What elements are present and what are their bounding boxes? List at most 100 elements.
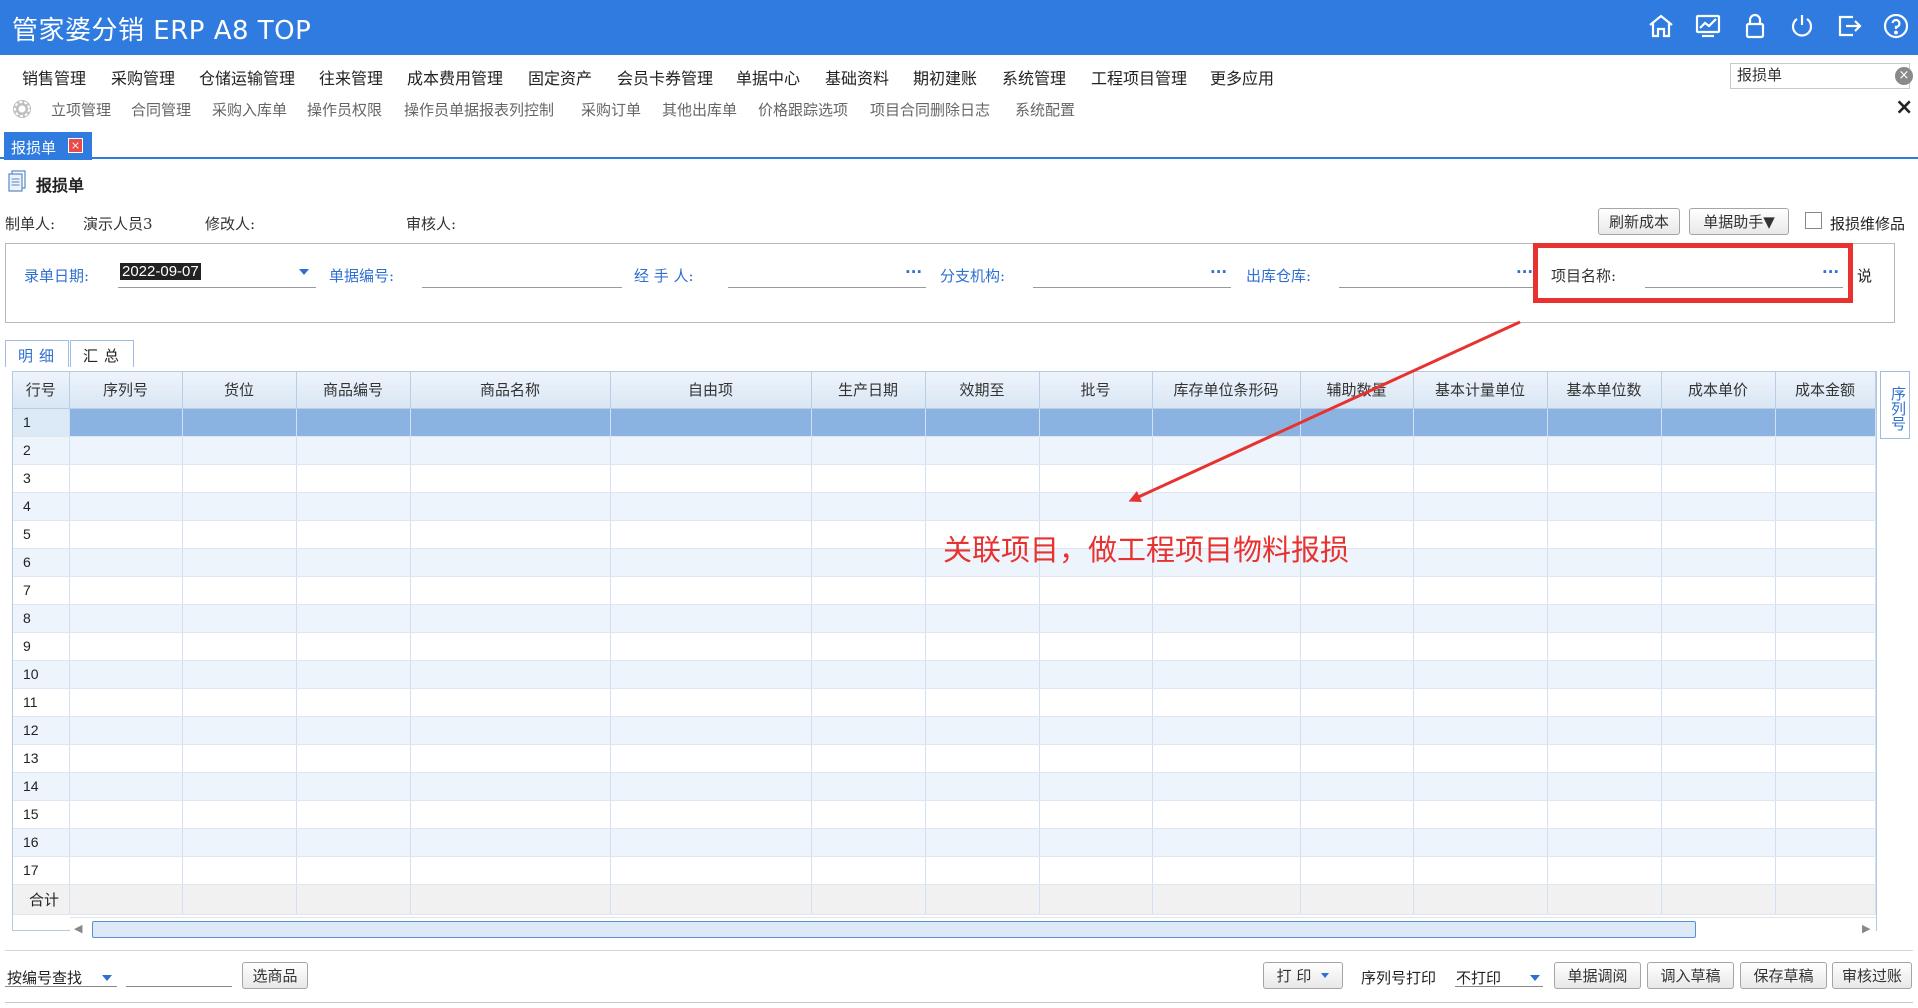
table-row[interactable]: 17 — [13, 856, 1876, 885]
search-mode-select[interactable]: 按编号查找 — [7, 967, 82, 988]
grid-cell[interactable] — [1661, 576, 1776, 605]
grid-cell[interactable] — [410, 492, 611, 521]
grid-cell[interactable] — [610, 660, 812, 689]
grid-cell[interactable] — [610, 856, 812, 885]
grid-cell[interactable] — [1152, 744, 1301, 773]
menu-item-doc-center[interactable]: 单据中心 — [736, 65, 800, 89]
grid-cell[interactable] — [1547, 520, 1662, 549]
menu-item-member[interactable]: 会员卡券管理 — [617, 65, 713, 89]
grid-cell[interactable] — [410, 632, 611, 661]
grid-cell[interactable] — [296, 856, 411, 885]
grid-cell[interactable] — [1661, 408, 1776, 437]
tab-detail[interactable]: 明细 — [5, 340, 69, 367]
grid-cell[interactable] — [925, 604, 1040, 633]
serial-print-select[interactable]: 不打印 — [1456, 967, 1501, 988]
audit-post-button[interactable]: 审核过账 — [1832, 962, 1912, 989]
grid-cell[interactable] — [1039, 716, 1153, 745]
search-clear-icon[interactable]: × — [1895, 67, 1913, 85]
grid-cell[interactable] — [610, 408, 812, 437]
grid-cell[interactable] — [69, 856, 183, 885]
grid-cell[interactable] — [1300, 408, 1414, 437]
power-icon[interactable] — [1786, 10, 1818, 42]
grid-cell[interactable] — [610, 744, 812, 773]
grid-cell[interactable] — [69, 744, 183, 773]
grid-cell[interactable] — [296, 744, 411, 773]
grid-cell[interactable] — [296, 828, 411, 857]
grid-cell[interactable] — [1547, 632, 1662, 661]
handler-lookup-icon[interactable]: ··· — [905, 263, 922, 281]
column-header[interactable]: 辅助数量 — [1300, 372, 1414, 409]
grid-cell[interactable] — [1547, 436, 1662, 465]
grid-cell[interactable] — [925, 408, 1040, 437]
column-header[interactable]: 行号 — [13, 372, 70, 409]
grid-cell[interactable] — [610, 772, 812, 801]
grid-cell[interactable] — [1039, 660, 1153, 689]
table-row[interactable]: 16 — [13, 828, 1876, 857]
grid-cell[interactable] — [925, 464, 1040, 493]
quick-item-operator-perm[interactable]: 操作员权限 — [307, 99, 382, 120]
grid-cell[interactable] — [69, 716, 183, 745]
grid-cell[interactable] — [1413, 604, 1548, 633]
grid-cell[interactable] — [925, 576, 1040, 605]
grid-cell[interactable] — [1547, 464, 1662, 493]
grid-cell[interactable] — [811, 576, 926, 605]
grid-cell[interactable] — [296, 800, 411, 829]
grid-cell[interactable] — [410, 436, 611, 465]
grid-cell[interactable] — [1775, 856, 1876, 885]
grid-cell[interactable] — [1775, 548, 1876, 577]
grid-cell[interactable] — [296, 604, 411, 633]
grid-cell[interactable] — [1775, 576, 1876, 605]
grid-cell[interactable] — [182, 688, 297, 717]
grid-cell[interactable] — [182, 772, 297, 801]
quick-item-project-setup[interactable]: 立项管理 — [51, 99, 111, 120]
grid-cell[interactable] — [1661, 464, 1776, 493]
grid-cell[interactable] — [811, 492, 926, 521]
grid-cell[interactable] — [410, 800, 611, 829]
doc-review-button[interactable]: 单据调阅 — [1554, 962, 1641, 989]
grid-cell[interactable] — [1152, 604, 1301, 633]
scroll-right-icon[interactable]: ▶ — [1862, 922, 1870, 935]
grid-cell[interactable] — [811, 464, 926, 493]
quick-item-column-control[interactable]: 操作员单据报表列控制 — [404, 99, 554, 120]
grid-cell[interactable] — [1547, 800, 1662, 829]
grid-cell[interactable] — [1152, 660, 1301, 689]
serial-print-dropdown-icon[interactable] — [1530, 975, 1540, 981]
grid-cell[interactable] — [69, 688, 183, 717]
grid-cell[interactable] — [296, 716, 411, 745]
quick-item-price-track[interactable]: 价格跟踪选项 — [758, 99, 848, 120]
grid-cell[interactable] — [296, 408, 411, 437]
grid-cell[interactable] — [182, 436, 297, 465]
grid-cell[interactable] — [410, 408, 611, 437]
menu-item-opening[interactable]: 期初建账 — [913, 65, 977, 89]
grid-cell[interactable] — [69, 828, 183, 857]
grid-cell[interactable] — [182, 464, 297, 493]
grid-cell[interactable] — [69, 660, 183, 689]
grid-cell[interactable] — [1300, 716, 1414, 745]
branch-lookup-icon[interactable]: ··· — [1210, 263, 1227, 281]
branch-input[interactable] — [1033, 261, 1231, 288]
grid-cell[interactable] — [1039, 576, 1153, 605]
grid-cell[interactable] — [610, 436, 812, 465]
grid-cell[interactable] — [811, 744, 926, 773]
grid-cell[interactable] — [1775, 660, 1876, 689]
grid-cell[interactable] — [811, 520, 926, 549]
grid-cell[interactable] — [1661, 856, 1776, 885]
grid-cell[interactable] — [1661, 436, 1776, 465]
grid-cell[interactable] — [410, 744, 611, 773]
grid-cell[interactable] — [1152, 576, 1301, 605]
grid-cell[interactable] — [925, 716, 1040, 745]
grid-cell[interactable] — [410, 548, 611, 577]
grid-cell[interactable] — [1547, 492, 1662, 521]
grid-cell[interactable] — [1775, 800, 1876, 829]
menu-item-more-apps[interactable]: 更多应用 — [1210, 65, 1274, 89]
grid-cell[interactable] — [1661, 828, 1776, 857]
grid-cell[interactable] — [296, 688, 411, 717]
column-header[interactable]: 成本金额 — [1775, 372, 1876, 409]
menu-item-warehouse[interactable]: 仓储运输管理 — [199, 65, 295, 89]
grid-cell[interactable] — [69, 632, 183, 661]
grid-cell[interactable] — [1300, 632, 1414, 661]
grid-cell[interactable] — [1661, 688, 1776, 717]
grid-cell[interactable] — [182, 548, 297, 577]
grid-cell[interactable] — [182, 856, 297, 885]
grid-cell[interactable] — [69, 604, 183, 633]
